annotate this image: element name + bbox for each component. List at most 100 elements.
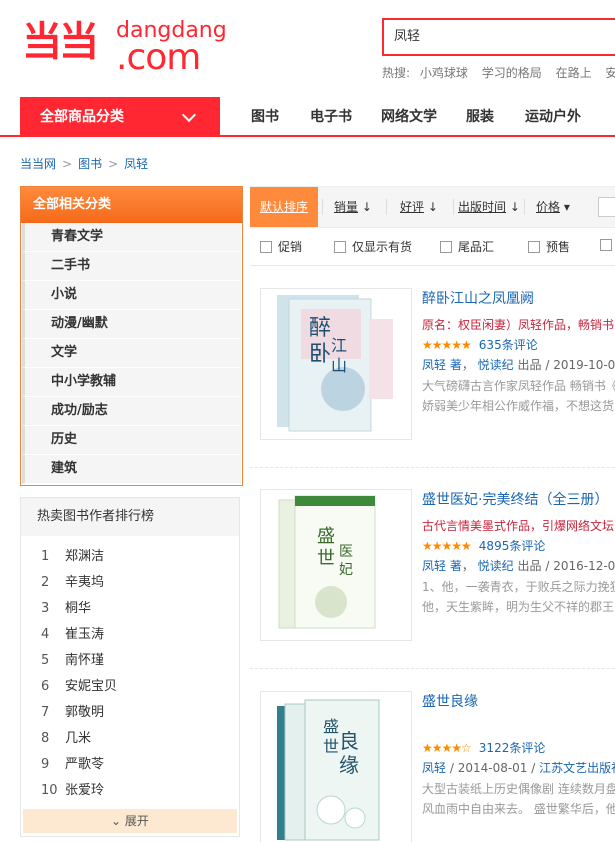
svg-text:卧: 卧 [309, 342, 331, 367]
sort-price-button[interactable]: 价格 ▾ [536, 187, 570, 227]
filter-in-stock[interactable]: 仅显示有货 [334, 238, 412, 255]
author-name[interactable]: 辛夷坞 [65, 575, 104, 590]
svg-text:世: 世 [317, 548, 335, 569]
filter-presale[interactable]: 预售 [528, 238, 570, 255]
category-item[interactable]: 文学 [22, 339, 241, 368]
chevron-down-icon: ⌄ [111, 814, 125, 828]
checkbox[interactable] [440, 241, 452, 253]
author-row[interactable]: 9 严歌苓 [21, 752, 239, 778]
search-input[interactable]: 凤轻 [382, 18, 615, 56]
product-item: 醉 卧 江 山 醉卧江山之凤凰阙 原名：权臣闲妻）凤轻作品，畅销书 ★★★★★ 6… [250, 288, 615, 468]
product-description: 大型古装纸上历史偶像剧 连续数月盘 [422, 782, 615, 796]
author-row[interactable]: 3 桐华 [21, 596, 239, 622]
sort-date-button[interactable]: 出版时间 ↓ [458, 187, 520, 227]
nav-item-web-literature[interactable]: 网络文学 [381, 97, 437, 137]
dangdang-logo[interactable]: 当当 dangdang .com [22, 14, 227, 78]
sort-sales-button[interactable]: 销量 ↓ [334, 187, 372, 227]
category-item[interactable]: 成功/励志 [22, 397, 241, 426]
product-item: 盛 世 良 缘 盛世良缘 ★★★★☆ 3122条评论 凤轻 / 2014-08-0… [250, 691, 615, 842]
breadcrumb-item[interactable]: 当当网 [20, 157, 56, 171]
product-title[interactable]: 盛世良缘 [422, 691, 478, 711]
author-name[interactable]: 几米 [65, 731, 91, 746]
product-publisher[interactable]: 悦读纪 [478, 559, 514, 573]
divider [322, 199, 323, 215]
product-meta: 凤轻 / 2014-08-01 / 江苏文艺出版社 [422, 759, 615, 776]
checkbox[interactable] [600, 239, 612, 251]
product-description: 大气磅礴古言作家凤轻作品 畅销书《 [422, 379, 615, 393]
hot-search-item[interactable]: 学习的格局 [482, 66, 542, 80]
breadcrumb-item[interactable]: 凤轻 [124, 157, 148, 171]
expand-label: 展开 [124, 814, 149, 828]
checkbox[interactable] [260, 241, 272, 253]
product-subtitle: 原名：权臣闲妻）凤轻作品，畅销书 [422, 318, 615, 332]
price-range-input[interactable] [598, 197, 615, 217]
hot-search-item[interactable]: 在路上 [556, 66, 592, 80]
product-description: 1、他，一袭青衣，于败兵之际力挽狂 [422, 580, 615, 594]
category-item[interactable]: 中小学教辅 [22, 368, 241, 397]
arrow-down-icon: ↓ [506, 200, 520, 214]
category-item[interactable]: 青春文学 [22, 223, 241, 252]
product-cover[interactable]: 醉 卧 江 山 [260, 288, 412, 440]
product-author[interactable]: 凤轻 [422, 761, 446, 775]
hot-search-item[interactable]: 小鸡球球 [420, 66, 468, 80]
category-item[interactable]: 动漫/幽默 [22, 310, 241, 339]
author-row[interactable]: 5 南怀瑾 [21, 648, 239, 674]
product-cover[interactable]: 盛 世 医 妃 [260, 489, 412, 641]
author-row[interactable]: 8 几米 [21, 726, 239, 752]
filter-promo[interactable]: 促销 [260, 238, 302, 255]
category-item[interactable]: 二手书 [22, 252, 241, 281]
hot-search-item[interactable]: 安 [605, 66, 615, 80]
nav-item-clothing[interactable]: 服装 [466, 97, 494, 137]
product-author[interactable]: 凤轻 著 [422, 559, 462, 573]
author-row[interactable]: 10 张爱玲 [21, 778, 239, 804]
author-row[interactable]: 2 辛夷坞 [21, 570, 239, 596]
author-row[interactable]: 4 崔玉涛 [21, 622, 239, 648]
author-row[interactable]: 7 郭敬明 [21, 700, 239, 726]
product-title[interactable]: 盛世医妃·完美终结（全三册） [422, 489, 608, 509]
product-publisher[interactable]: 江苏文艺出版社 [539, 761, 615, 775]
filter-outlet[interactable]: 尾品汇 [440, 238, 494, 255]
divider [386, 199, 387, 215]
author-name[interactable]: 桐华 [65, 601, 91, 616]
category-item[interactable]: 小说 [22, 281, 241, 310]
arrow-down-icon: ↓ [424, 200, 438, 214]
nav-item-outdoor[interactable]: 运动户外 [525, 97, 581, 137]
author-ranking-title: 热卖图书作者排行榜 [21, 498, 239, 536]
review-count[interactable]: 4895条评论 [479, 539, 546, 553]
breadcrumb-item[interactable]: 图书 [78, 157, 102, 171]
product-description: 他，天生紫眸，明为生父不祥的郡王 [422, 600, 615, 614]
product-title[interactable]: 醉卧江山之凤凰阙 [422, 288, 534, 308]
author-rank: 6 [41, 679, 50, 694]
nav-item-ebooks[interactable]: 电子书 [310, 97, 352, 137]
sort-reviews-button[interactable]: 好评 ↓ [400, 187, 438, 227]
author-row[interactable]: 6 安妮宝贝 [21, 674, 239, 700]
category-item[interactable]: 历史 [22, 426, 241, 455]
product-publisher[interactable]: 悦读纪 [478, 358, 514, 372]
filter-bar: 促销 仅显示有货 尾品汇 预售 [250, 228, 615, 266]
book-cover-image: 醉 卧 江 山 [277, 295, 393, 432]
author-name[interactable]: 南怀瑾 [65, 653, 104, 668]
filter-more[interactable] [600, 238, 615, 252]
sort-default-label: 默认排序 [260, 200, 309, 214]
expand-button[interactable]: ⌄ 展开 [23, 809, 237, 833]
author-name[interactable]: 郭敬明 [65, 705, 104, 720]
category-item[interactable]: 建筑 [22, 455, 241, 484]
author-name[interactable]: 安妮宝贝 [65, 679, 117, 694]
author-name[interactable]: 严歌苓 [65, 757, 104, 772]
review-count[interactable]: 3122条评论 [479, 741, 546, 755]
author-name[interactable]: 郑渊洁 [65, 549, 104, 564]
sort-default-button[interactable]: 默认排序 [250, 187, 319, 227]
author-name[interactable]: 崔玉涛 [65, 627, 104, 642]
author-name[interactable]: 张爱玲 [65, 783, 104, 798]
checkbox[interactable] [528, 241, 540, 253]
review-count[interactable]: 635条评论 [479, 338, 538, 352]
nav-item-books[interactable]: 图书 [251, 97, 279, 137]
svg-text:良: 良 [339, 729, 359, 753]
all-categories-button[interactable]: 全部商品分类 [20, 97, 220, 137]
product-author[interactable]: 凤轻 著 [422, 358, 462, 372]
author-row[interactable]: 1 郑渊洁 [21, 544, 239, 570]
product-meta: 凤轻 著， 悦读纪 出品 / 2019-10-01 / [422, 356, 615, 373]
product-cover[interactable]: 盛 世 良 缘 [260, 691, 412, 842]
author-ranking-panel: 热卖图书作者排行榜 1 郑渊洁 2 辛夷坞 3 桐华 4 崔玉涛 5 南怀瑾 6 安妮宝贝 … [20, 497, 240, 837]
checkbox[interactable] [334, 241, 346, 253]
